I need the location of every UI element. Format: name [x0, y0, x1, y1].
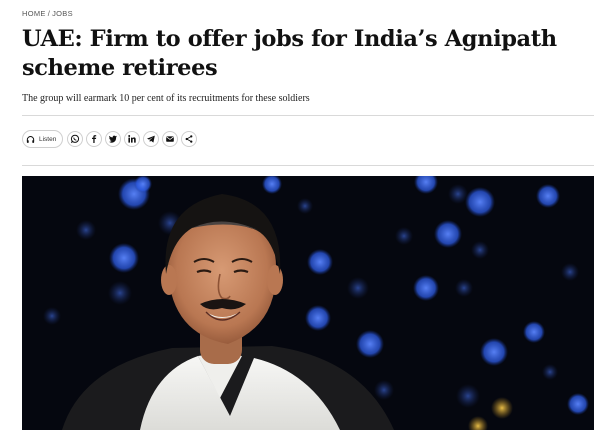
- linkedin-share-button[interactable]: [124, 131, 141, 147]
- breadcrumb-section[interactable]: JOBS: [52, 9, 73, 18]
- divider-top: [22, 115, 594, 116]
- more-share-button[interactable]: [181, 131, 198, 147]
- portrait-photo: [22, 176, 594, 430]
- telegram-icon: [147, 135, 156, 143]
- whatsapp-icon: [71, 134, 80, 144]
- breadcrumb: HOME / JOBS: [22, 9, 73, 18]
- headphones-icon: [26, 135, 35, 143]
- whatsapp-share-button[interactable]: [67, 131, 84, 147]
- email-share-button[interactable]: [162, 131, 179, 147]
- article-subheadline: The group will earmark 10 per cent of it…: [22, 93, 310, 104]
- facebook-share-button[interactable]: [86, 131, 103, 147]
- breadcrumb-separator: /: [47, 9, 51, 18]
- share-icon: [185, 135, 193, 143]
- listen-label: Listen: [39, 135, 57, 143]
- telegram-share-button[interactable]: [143, 131, 160, 147]
- listen-button[interactable]: Listen: [22, 130, 64, 148]
- article-headline: UAE: Firm to offer jobs for India’s Agni…: [22, 26, 557, 81]
- article-hero-photo: [22, 176, 594, 430]
- breadcrumb-home[interactable]: HOME: [22, 9, 46, 18]
- facebook-icon: [92, 135, 97, 143]
- linkedin-icon: [128, 135, 137, 143]
- twitter-icon: [109, 135, 118, 143]
- twitter-share-button[interactable]: [105, 131, 122, 147]
- share-toolbar: Listen: [22, 130, 200, 148]
- email-icon: [166, 136, 175, 142]
- divider-bottom: [22, 165, 594, 166]
